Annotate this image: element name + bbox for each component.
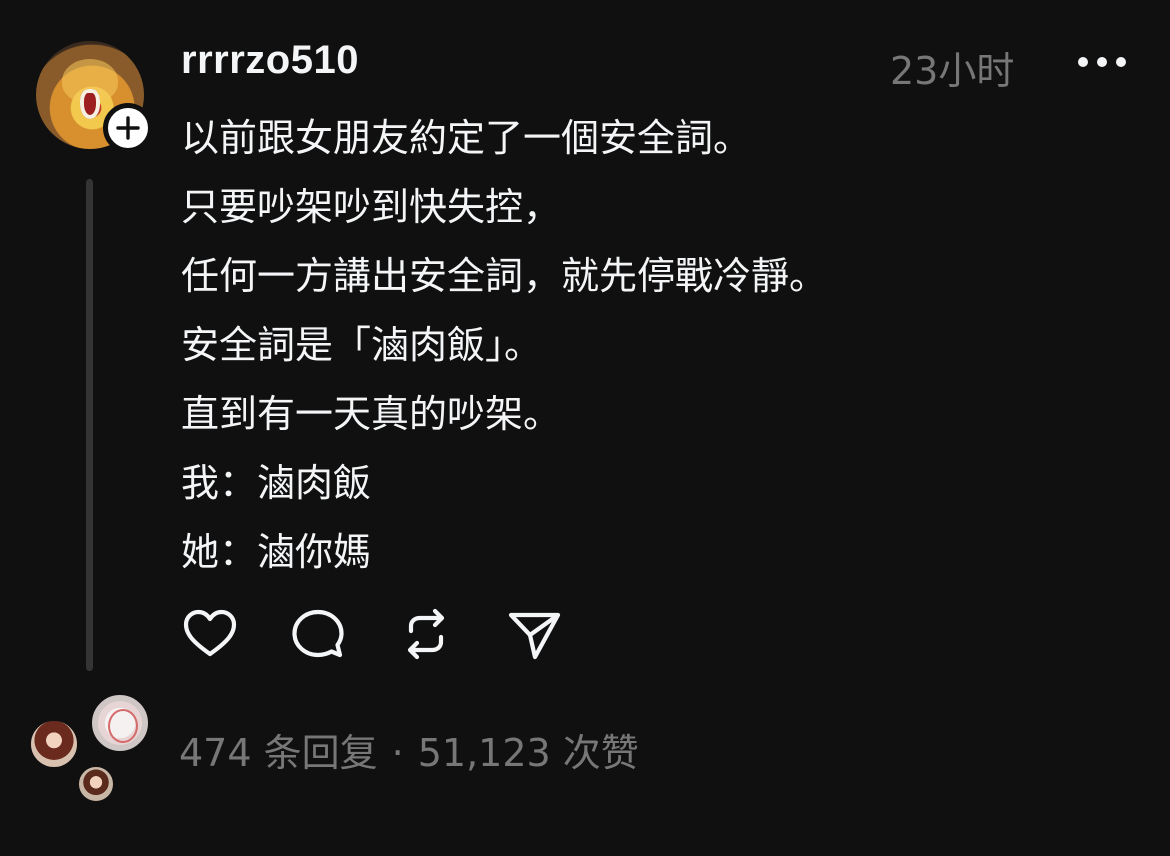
post-text-line: 只要吵架吵到快失控， — [181, 185, 562, 229]
post-text-line: 直到有一天真的吵架。 — [181, 392, 562, 436]
like-count[interactable]: 51,123 次赞 — [418, 731, 639, 775]
send-icon — [508, 612, 561, 660]
post-stats: 474 条回复 · 51,123 次赞 — [179, 722, 639, 777]
username[interactable]: rrrrzo510 — [181, 38, 359, 83]
action-bar — [180, 604, 580, 664]
post-body: 以前跟女朋友約定了一個安全詞。 只要吵架吵到快失控， 任何一方講出安全詞，就先停… — [181, 104, 1121, 587]
comment-bubble-icon — [292, 609, 344, 658]
reply-count[interactable]: 474 条回复 — [179, 731, 378, 775]
more-horizontal-icon — [1116, 57, 1126, 67]
repost-button[interactable] — [396, 604, 456, 664]
reply-avatar — [28, 718, 80, 770]
more-horizontal-icon — [1097, 57, 1107, 67]
more-options-button[interactable] — [1078, 48, 1126, 76]
reply-avatar — [76, 764, 116, 804]
post-text-line: 她：滷你媽 — [181, 530, 372, 574]
stats-separator: · — [391, 731, 404, 775]
comment-button[interactable] — [288, 604, 348, 664]
post-text-line: 任何一方講出安全詞，就先停戰冷靜。 — [181, 254, 828, 298]
follow-button[interactable] — [103, 103, 153, 153]
more-horizontal-icon — [1078, 57, 1088, 67]
thread-line — [86, 179, 93, 671]
post-text-line: 以前跟女朋友約定了一個安全詞。 — [181, 116, 752, 160]
heart-icon — [183, 609, 237, 657]
repost-icon — [407, 608, 445, 660]
timestamp: 23小时 — [890, 49, 1015, 93]
like-button[interactable] — [180, 604, 240, 664]
post-text-line: 安全詞是「滷肉飯」。 — [181, 323, 543, 367]
thread-post: rrrrzo510 23小时 以前跟女朋友約定了一個安全詞。 只要吵架吵到快失控… — [0, 0, 1170, 856]
share-button[interactable] — [504, 604, 564, 664]
post-text-line: 我：滷肉飯 — [181, 461, 372, 505]
reply-avatar — [89, 692, 151, 754]
plus-icon — [116, 116, 140, 140]
